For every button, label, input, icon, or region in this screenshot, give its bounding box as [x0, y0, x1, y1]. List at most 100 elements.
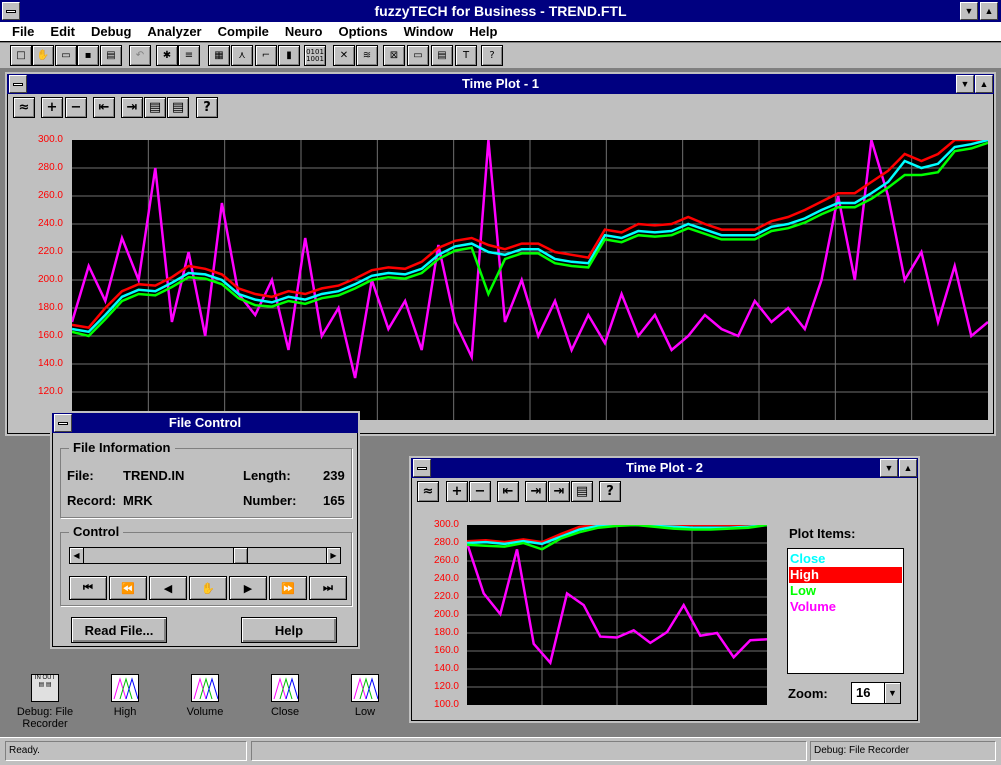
- open-file-icon[interactable]: ▭: [55, 45, 77, 66]
- project-editor-icon[interactable]: ▦: [208, 45, 230, 66]
- time-plot-2-chart: [467, 525, 767, 705]
- menu-compile[interactable]: Compile: [210, 22, 277, 41]
- maximize-icon[interactable]: ▲: [975, 75, 993, 93]
- new-file-icon[interactable]: □: [10, 45, 32, 66]
- high-desktop-icon[interactable]: High: [85, 674, 165, 718]
- scroll-track[interactable]: [84, 547, 326, 564]
- file-label: File:: [67, 468, 94, 483]
- y-tick-label: 240.0: [37, 218, 63, 229]
- minimize-icon[interactable]: ▼: [880, 459, 898, 477]
- debug-icon[interactable]: ✱: [156, 45, 178, 66]
- volume-desktop-icon[interactable]: Volume: [165, 674, 245, 718]
- minimize-icon[interactable]: ▼: [956, 75, 974, 93]
- number-label: Number:: [243, 493, 297, 508]
- debug-file-recorder-desktop-icon[interactable]: IN OUT ▤ ▤ Debug: File Recorder: [5, 674, 85, 730]
- transfer-plot-icon[interactable]: ⌐: [255, 45, 277, 66]
- list-icon[interactable]: ▤: [431, 45, 453, 66]
- zoom-in-icon[interactable]: +: [41, 97, 63, 118]
- menu-edit[interactable]: Edit: [42, 22, 83, 41]
- wizard-icon[interactable]: ✋: [32, 45, 54, 66]
- chevron-down-icon[interactable]: ▼: [884, 683, 900, 703]
- plot-items-list[interactable]: Close High Low Volume: [787, 548, 904, 674]
- status-mode: Debug: File Recorder: [810, 741, 996, 761]
- variable-editor-icon[interactable]: ⋏: [231, 45, 253, 66]
- list-icon[interactable]: ▤: [571, 481, 593, 502]
- step-back-button[interactable]: ◀: [149, 576, 187, 600]
- first-record-button[interactable]: ⏮: [69, 576, 107, 600]
- help-icon[interactable]: ?: [196, 97, 218, 118]
- zoom-out-icon[interactable]: −: [469, 481, 491, 502]
- undo-icon[interactable]: ↶: [129, 45, 151, 66]
- system-menu-icon[interactable]: [413, 459, 431, 477]
- reset-icon[interactable]: ⇤: [93, 97, 115, 118]
- y-tick-label: 280.0: [37, 162, 63, 173]
- plot-items-label: Plot Items:: [789, 526, 856, 541]
- binary-icon[interactable]: 0101 1001: [304, 45, 326, 66]
- scroll-thumb[interactable]: [232, 547, 248, 564]
- y-tick-label: 140.0: [433, 663, 459, 674]
- bar-chart-icon[interactable]: ▮: [278, 45, 300, 66]
- menu-debug[interactable]: Debug: [83, 22, 139, 41]
- record-icon[interactable]: ⇥: [121, 97, 143, 118]
- desktop-icon-label: Close: [270, 706, 300, 718]
- maximize-icon[interactable]: ▲: [980, 2, 998, 20]
- help-icon[interactable]: ?: [599, 481, 621, 502]
- text-icon[interactable]: T: [455, 45, 477, 66]
- fast-forward-button[interactable]: ⏩: [269, 576, 307, 600]
- help-button[interactable]: Help: [241, 617, 337, 643]
- y-tick-label: 120.0: [433, 681, 459, 692]
- plot-config-icon[interactable]: ≈: [417, 481, 439, 502]
- list-alt-icon[interactable]: ▤: [167, 97, 189, 118]
- rewind-button[interactable]: ⏪: [109, 576, 147, 600]
- minimize-icon[interactable]: ▼: [960, 2, 978, 20]
- y-tick-label: 300.0: [37, 134, 63, 145]
- neuro-icon[interactable]: ✕: [333, 45, 355, 66]
- zoom-out-icon[interactable]: −: [65, 97, 87, 118]
- menu-analyzer[interactable]: Analyzer: [139, 22, 209, 41]
- record-icon[interactable]: ⇥: [525, 481, 547, 502]
- reset-icon[interactable]: ⇤: [497, 481, 519, 502]
- system-menu-icon[interactable]: [54, 414, 72, 432]
- desktop-icon-label: Debug: File Recorder: [16, 706, 74, 730]
- menu-window[interactable]: Window: [396, 22, 462, 41]
- scroll-right-icon[interactable]: ▶: [326, 547, 341, 564]
- stop-hand-button[interactable]: ✋: [189, 576, 227, 600]
- record-icon[interactable]: ▭: [407, 45, 429, 66]
- read-file-button[interactable]: Read File...: [71, 617, 167, 643]
- save-icon[interactable]: ▪: [77, 45, 99, 66]
- record-scrollbar[interactable]: ◀ ▶: [69, 547, 341, 564]
- file-information-title: File Information: [69, 440, 175, 455]
- menu-help[interactable]: Help: [461, 22, 505, 41]
- system-menu-icon[interactable]: [9, 75, 27, 93]
- window-layout-icon[interactable]: ⊠: [383, 45, 405, 66]
- low-desktop-icon[interactable]: Low: [325, 674, 405, 718]
- step-forward-button[interactable]: ▶: [229, 576, 267, 600]
- plot-item-low[interactable]: Low: [789, 583, 902, 599]
- length-value: 239: [323, 468, 345, 483]
- length-label: Length:: [243, 468, 291, 483]
- status-middle: [251, 741, 807, 761]
- rule-block-icon[interactable]: ≡: [178, 45, 200, 66]
- plot-config-icon[interactable]: ≈: [13, 97, 35, 118]
- plot-item-volume[interactable]: Volume: [789, 599, 902, 615]
- y-tick-label: 180.0: [37, 302, 63, 313]
- fuzzy-icon[interactable]: ≋: [356, 45, 378, 66]
- last-record-button[interactable]: ⏭: [309, 576, 347, 600]
- plot-item-high[interactable]: High: [789, 567, 902, 583]
- plot-item-close[interactable]: Close: [789, 551, 902, 567]
- record-label: Record:: [67, 493, 117, 508]
- help-icon[interactable]: ?: [481, 45, 503, 66]
- zoom-in-icon[interactable]: +: [446, 481, 468, 502]
- print-icon[interactable]: ▤: [100, 45, 122, 66]
- maximize-icon[interactable]: ▲: [899, 459, 917, 477]
- y-tick-label: 280.0: [433, 537, 459, 548]
- zoom-select[interactable]: 16 ▼: [851, 682, 901, 704]
- close-desktop-icon[interactable]: Close: [245, 674, 325, 718]
- menu-options[interactable]: Options: [330, 22, 395, 41]
- scroll-left-icon[interactable]: ◀: [69, 547, 84, 564]
- menu-neuro[interactable]: Neuro: [277, 22, 331, 41]
- list-icon[interactable]: ▤: [144, 97, 166, 118]
- menu-file[interactable]: File: [4, 22, 42, 41]
- system-menu-icon[interactable]: [2, 2, 20, 20]
- record-alt-icon[interactable]: ⇥: [548, 481, 570, 502]
